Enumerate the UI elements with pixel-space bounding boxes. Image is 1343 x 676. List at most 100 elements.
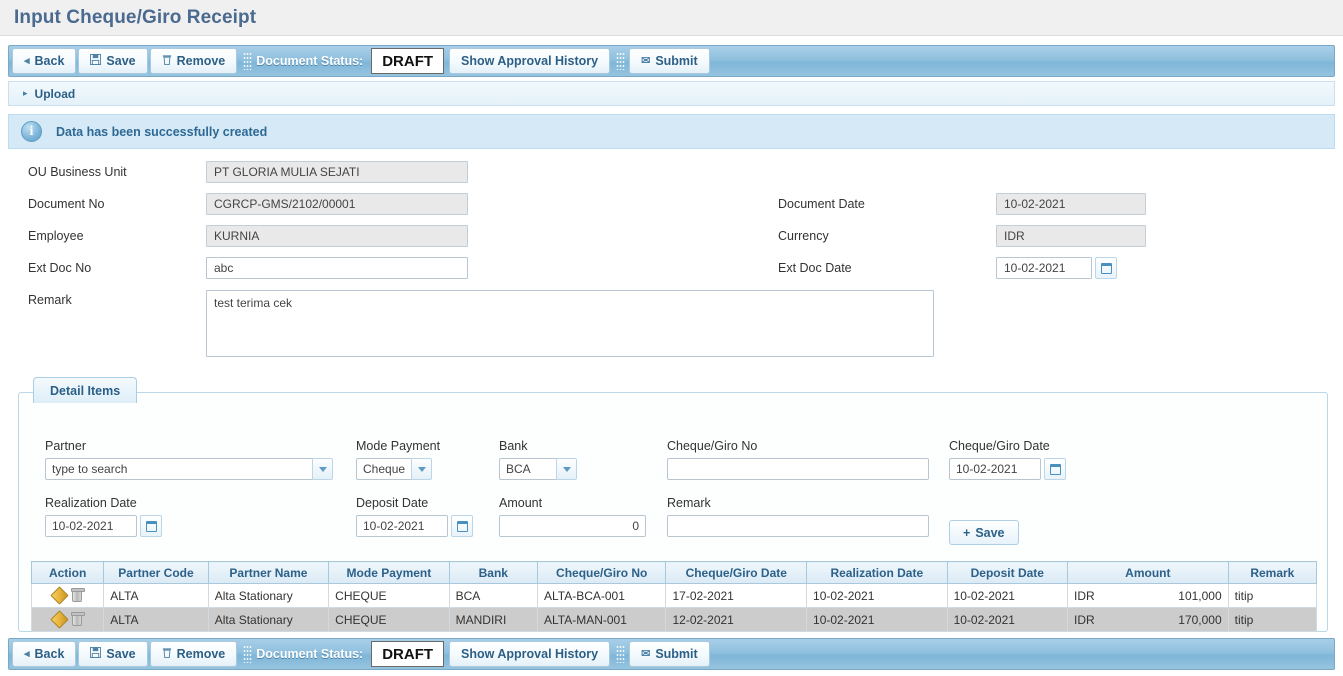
table-row: ALTA Alta Stationary CHEQUE BCA ALTA-BCA…: [30, 583, 1318, 608]
col-partner-code[interactable]: Partner Code: [103, 561, 209, 584]
col-deposit-date[interactable]: Deposit Date: [946, 561, 1069, 584]
detail-items-panel: Detail Items Partner type to search Mode…: [18, 377, 1328, 632]
bank-dropdown-arrow[interactable]: [556, 458, 577, 480]
calendar-icon: [145, 520, 157, 532]
toolbar-grip-2: [616, 645, 626, 663]
save-button-bottom[interactable]: Save: [78, 641, 148, 667]
partner-search-input[interactable]: type to search: [45, 458, 312, 480]
back-button-bottom-label: Back: [34, 647, 65, 661]
field-employee: Employee KURNIA: [28, 225, 468, 247]
field-bank: Bank BCA: [499, 439, 577, 480]
delete-trash-icon[interactable]: [71, 587, 86, 602]
field-amount: Amount 0: [499, 496, 646, 537]
info-message-bar: i Data has been successfully created: [8, 114, 1335, 149]
field-cheque-giro-date: Cheque/Giro Date 10-02-2021: [949, 439, 1066, 480]
trash-icon: [162, 54, 172, 68]
deposit-date-calendar-button[interactable]: [451, 515, 473, 537]
partner-label: Partner: [45, 439, 86, 453]
cheque-giro-date-calendar-button[interactable]: [1044, 458, 1066, 480]
cell-remark: titip: [1227, 607, 1318, 632]
info-message-text: Data has been successfully created: [56, 124, 268, 139]
col-bank[interactable]: Bank: [448, 561, 538, 584]
detail-save-button[interactable]: + Save: [949, 520, 1019, 545]
edit-pencil-icon[interactable]: [50, 585, 69, 605]
back-arrow-icon: ◂: [24, 54, 30, 67]
submit-button-bottom[interactable]: ✉ Submit: [629, 641, 710, 667]
remove-button[interactable]: Remove: [149, 48, 238, 74]
delete-trash-icon[interactable]: [71, 611, 86, 626]
save-button-label: Save: [106, 54, 136, 68]
cell-partner-name: Alta Stationary: [207, 583, 330, 608]
upload-section-header[interactable]: ▸ Upload: [8, 81, 1335, 106]
mode-payment-select[interactable]: Cheque: [356, 458, 440, 480]
ext-doc-date-calendar-button[interactable]: [1095, 257, 1117, 279]
chevron-down-icon: [417, 466, 426, 472]
cell-realization-date: 10-02-2021: [806, 583, 948, 608]
envelope-icon: ✉: [641, 54, 651, 67]
col-action[interactable]: Action: [30, 561, 105, 584]
cell-realization-date: 10-02-2021: [806, 607, 948, 632]
table-row: ALTA Alta Stationary CHEQUE MANDIRI ALTA…: [30, 607, 1318, 632]
cheque-giro-date-input[interactable]: 10-02-2021: [949, 458, 1041, 480]
ext-doc-no-input[interactable]: abc: [206, 257, 468, 279]
calendar-icon: [1100, 262, 1112, 274]
submit-button[interactable]: ✉ Submit: [629, 48, 710, 74]
back-button-bottom[interactable]: ◂ Back: [12, 641, 77, 667]
field-realization-date: Realization Date 10-02-2021: [45, 496, 162, 537]
cell-partner-code: ALTA: [103, 607, 209, 632]
chevron-down-icon: [562, 466, 571, 472]
partner-dropdown-arrow[interactable]: [312, 458, 333, 480]
submit-button-bottom-label: Submit: [655, 647, 698, 661]
deposit-date-input[interactable]: 10-02-2021: [356, 515, 448, 537]
ext-doc-date-input[interactable]: 10-02-2021: [996, 257, 1092, 279]
col-cheque-giro-no[interactable]: Cheque/Giro No: [536, 561, 667, 584]
remark-label: Remark: [28, 293, 72, 307]
field-detail-remark: Remark: [667, 496, 929, 537]
detail-save-wrapper: + Save: [949, 520, 1019, 545]
cell-cheque-giro-date: 12-02-2021: [665, 607, 808, 632]
mode-payment-dropdown-arrow[interactable]: [411, 458, 432, 480]
row-actions: [30, 607, 105, 632]
col-partner-name[interactable]: Partner Name: [207, 561, 330, 584]
field-document-no: Document No CGRCP-GMS/2102/00001: [28, 193, 468, 215]
cell-bank: MANDIRI: [448, 607, 538, 632]
floppy-disk-icon: [90, 647, 102, 661]
realization-date-calendar-button[interactable]: [140, 515, 162, 537]
ou-business-unit-label: OU Business Unit: [28, 165, 127, 179]
remove-button-bottom[interactable]: Remove: [149, 641, 238, 667]
back-button[interactable]: ◂ Back: [12, 48, 77, 74]
cell-amount: IDR 101,000: [1067, 583, 1229, 608]
field-remark: Remark test terima cek: [28, 290, 934, 357]
realization-date-input[interactable]: 10-02-2021: [45, 515, 137, 537]
cheque-giro-no-input[interactable]: [667, 458, 929, 480]
row-actions: [30, 583, 105, 608]
cell-cheque-giro-no: ALTA-MAN-001: [536, 607, 667, 632]
save-button-bottom-label: Save: [106, 647, 136, 661]
edit-pencil-icon[interactable]: [50, 609, 69, 629]
bank-select[interactable]: BCA: [499, 458, 577, 480]
info-icon: i: [21, 121, 42, 142]
ou-business-unit-value: PT GLORIA MULIA SEJATI: [206, 161, 468, 183]
detail-remark-input[interactable]: [667, 515, 929, 537]
col-remark[interactable]: Remark: [1227, 561, 1318, 584]
document-status-label-bottom: Document Status:: [256, 647, 364, 661]
col-realization-date[interactable]: Realization Date: [806, 561, 948, 584]
save-button[interactable]: Save: [78, 48, 148, 74]
calendar-icon: [456, 520, 468, 532]
page-title: Input Cheque/Giro Receipt: [14, 6, 257, 28]
tab-detail-items-label: Detail Items: [50, 383, 121, 398]
chevron-right-icon: ▸: [23, 88, 28, 98]
col-amount[interactable]: Amount: [1067, 561, 1229, 584]
col-mode-payment[interactable]: Mode Payment: [328, 561, 450, 584]
tab-detail-items[interactable]: Detail Items: [33, 377, 138, 403]
col-cheque-giro-date[interactable]: Cheque/Giro Date: [665, 561, 808, 584]
partner-search-group: type to search: [45, 458, 335, 480]
remark-textarea[interactable]: test terima cek: [206, 290, 934, 357]
amount-value: 101,000: [1178, 588, 1222, 603]
show-approval-history-button[interactable]: Show Approval History: [449, 48, 611, 74]
top-toolbar: ◂ Back Save Remove Document Status: DRAF…: [8, 45, 1335, 77]
show-approval-history-button-bottom[interactable]: Show Approval History: [449, 641, 611, 667]
cell-mode-payment: CHEQUE: [328, 607, 450, 632]
plus-icon: +: [963, 525, 971, 540]
amount-input[interactable]: 0: [499, 515, 646, 537]
